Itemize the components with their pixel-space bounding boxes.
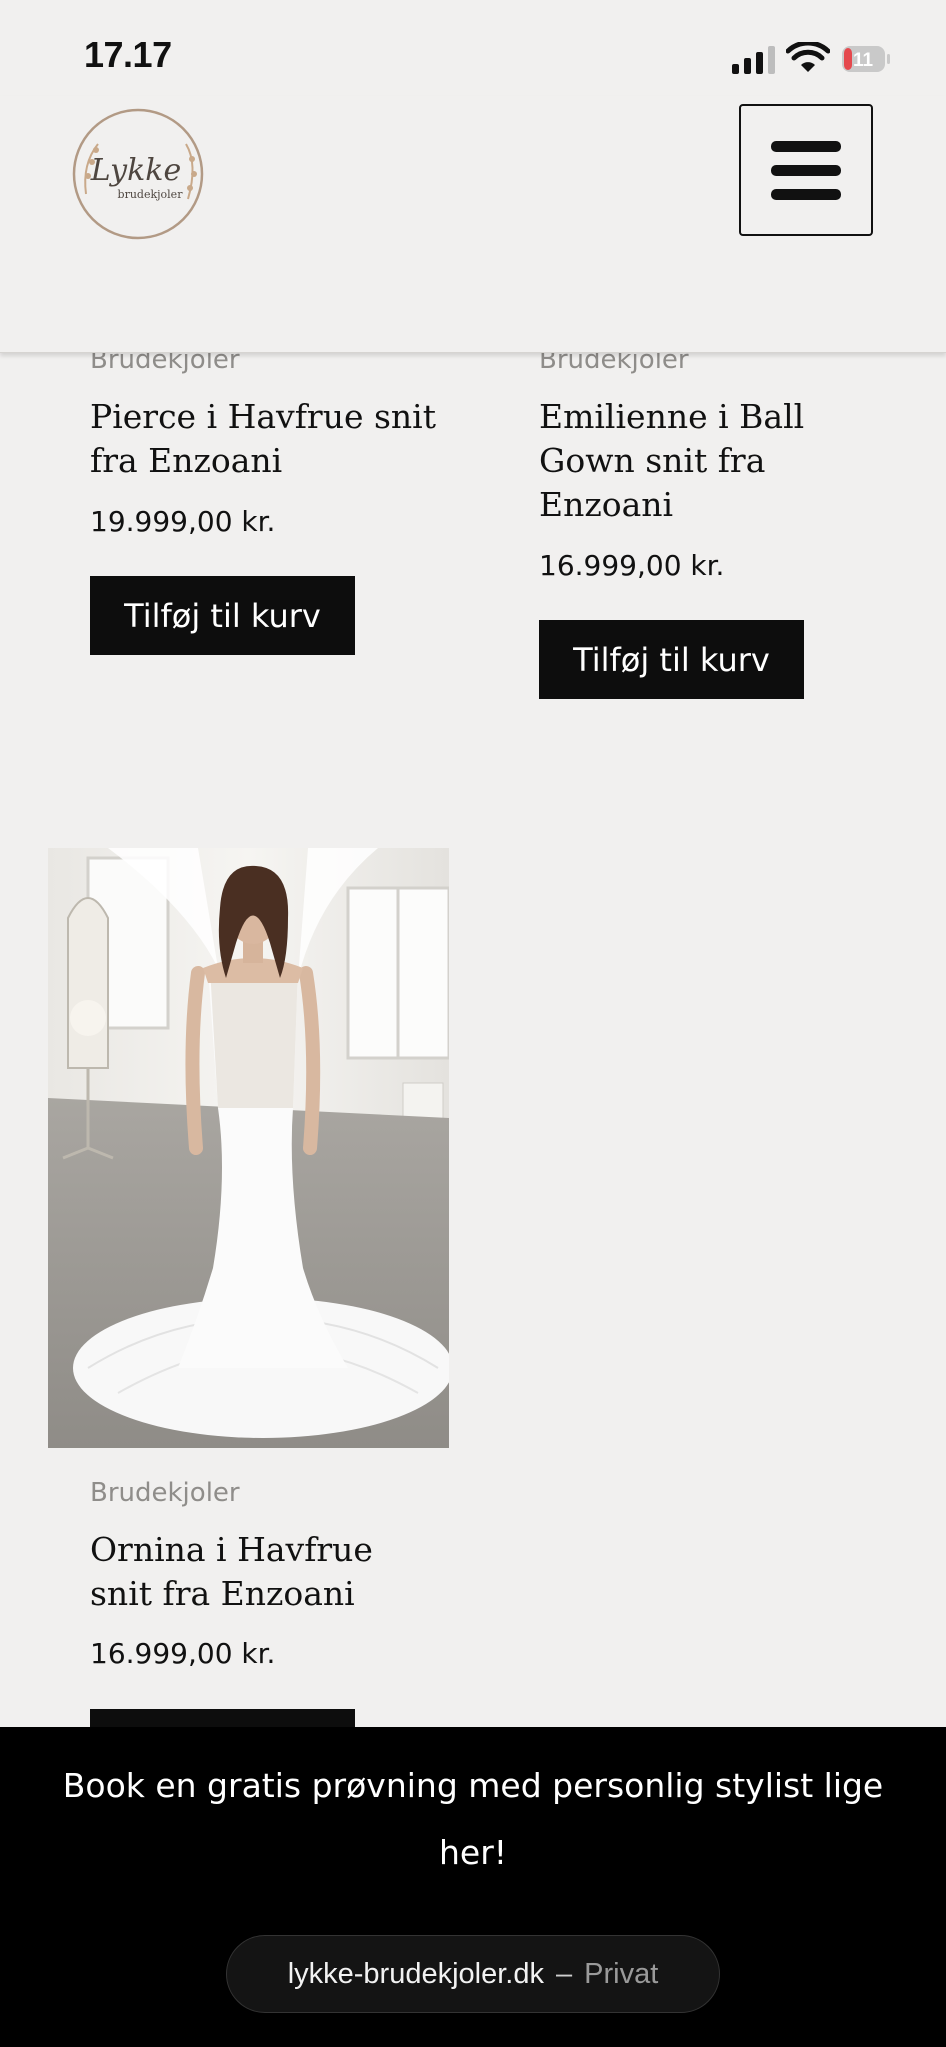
browser-separator: –	[556, 1957, 573, 1990]
promo-text[interactable]: Book en gratis prøvning med personlig st…	[50, 1752, 896, 1886]
product-title-line: snit fra Enzoani	[90, 1574, 355, 1613]
site-logo[interactable]: Lykke brudekjoler	[68, 104, 208, 244]
browser-domain: lykke-brudekjoler.dk	[287, 1957, 544, 1990]
product-price: 16.999,00 kr.	[90, 1637, 276, 1670]
logo-name: Lykke	[90, 153, 181, 188]
browser-address-bar[interactable]: lykke-brudekjoler.dk – Privat	[226, 1935, 720, 2013]
browser-mode: Privat	[584, 1957, 659, 1990]
product-title-line: Emilienne i Ball	[539, 397, 805, 436]
logo-subtitle: brudekjoler	[118, 188, 184, 201]
status-time: 17.17	[84, 34, 172, 75]
product-price: 19.999,00 kr.	[90, 505, 276, 538]
product-title[interactable]: Pierce i Havfrue snit fra Enzoani	[90, 395, 436, 483]
cellular-signal-icon	[732, 44, 775, 74]
product-title-line: Gown snit fra	[539, 441, 766, 480]
product-title[interactable]: Emilienne i Ball Gown snit fra Enzoani	[539, 395, 804, 527]
product-image-wedding-dress[interactable]	[48, 848, 449, 1448]
product-category: Brudekjoler	[90, 1478, 240, 1508]
product-title-line: fra Enzoani	[90, 441, 283, 480]
product-title-line: Enzoani	[539, 485, 674, 524]
hamburger-icon[interactable]	[739, 104, 873, 236]
product-price: 16.999,00 kr.	[539, 549, 725, 582]
battery-level: 11	[853, 50, 874, 71]
add-to-cart-button[interactable]: Tilføj til kurv	[539, 620, 804, 699]
product-title[interactable]: Ornina i Havfrue snit fra Enzoani	[90, 1528, 373, 1616]
product-title-line: Pierce i Havfrue snit	[90, 397, 436, 436]
battery-icon: 11	[842, 46, 890, 72]
wifi-icon	[786, 42, 830, 72]
add-to-cart-button[interactable]: Tilføj til kurv	[90, 576, 355, 655]
product-title-line: Ornina i Havfrue	[90, 1530, 373, 1569]
